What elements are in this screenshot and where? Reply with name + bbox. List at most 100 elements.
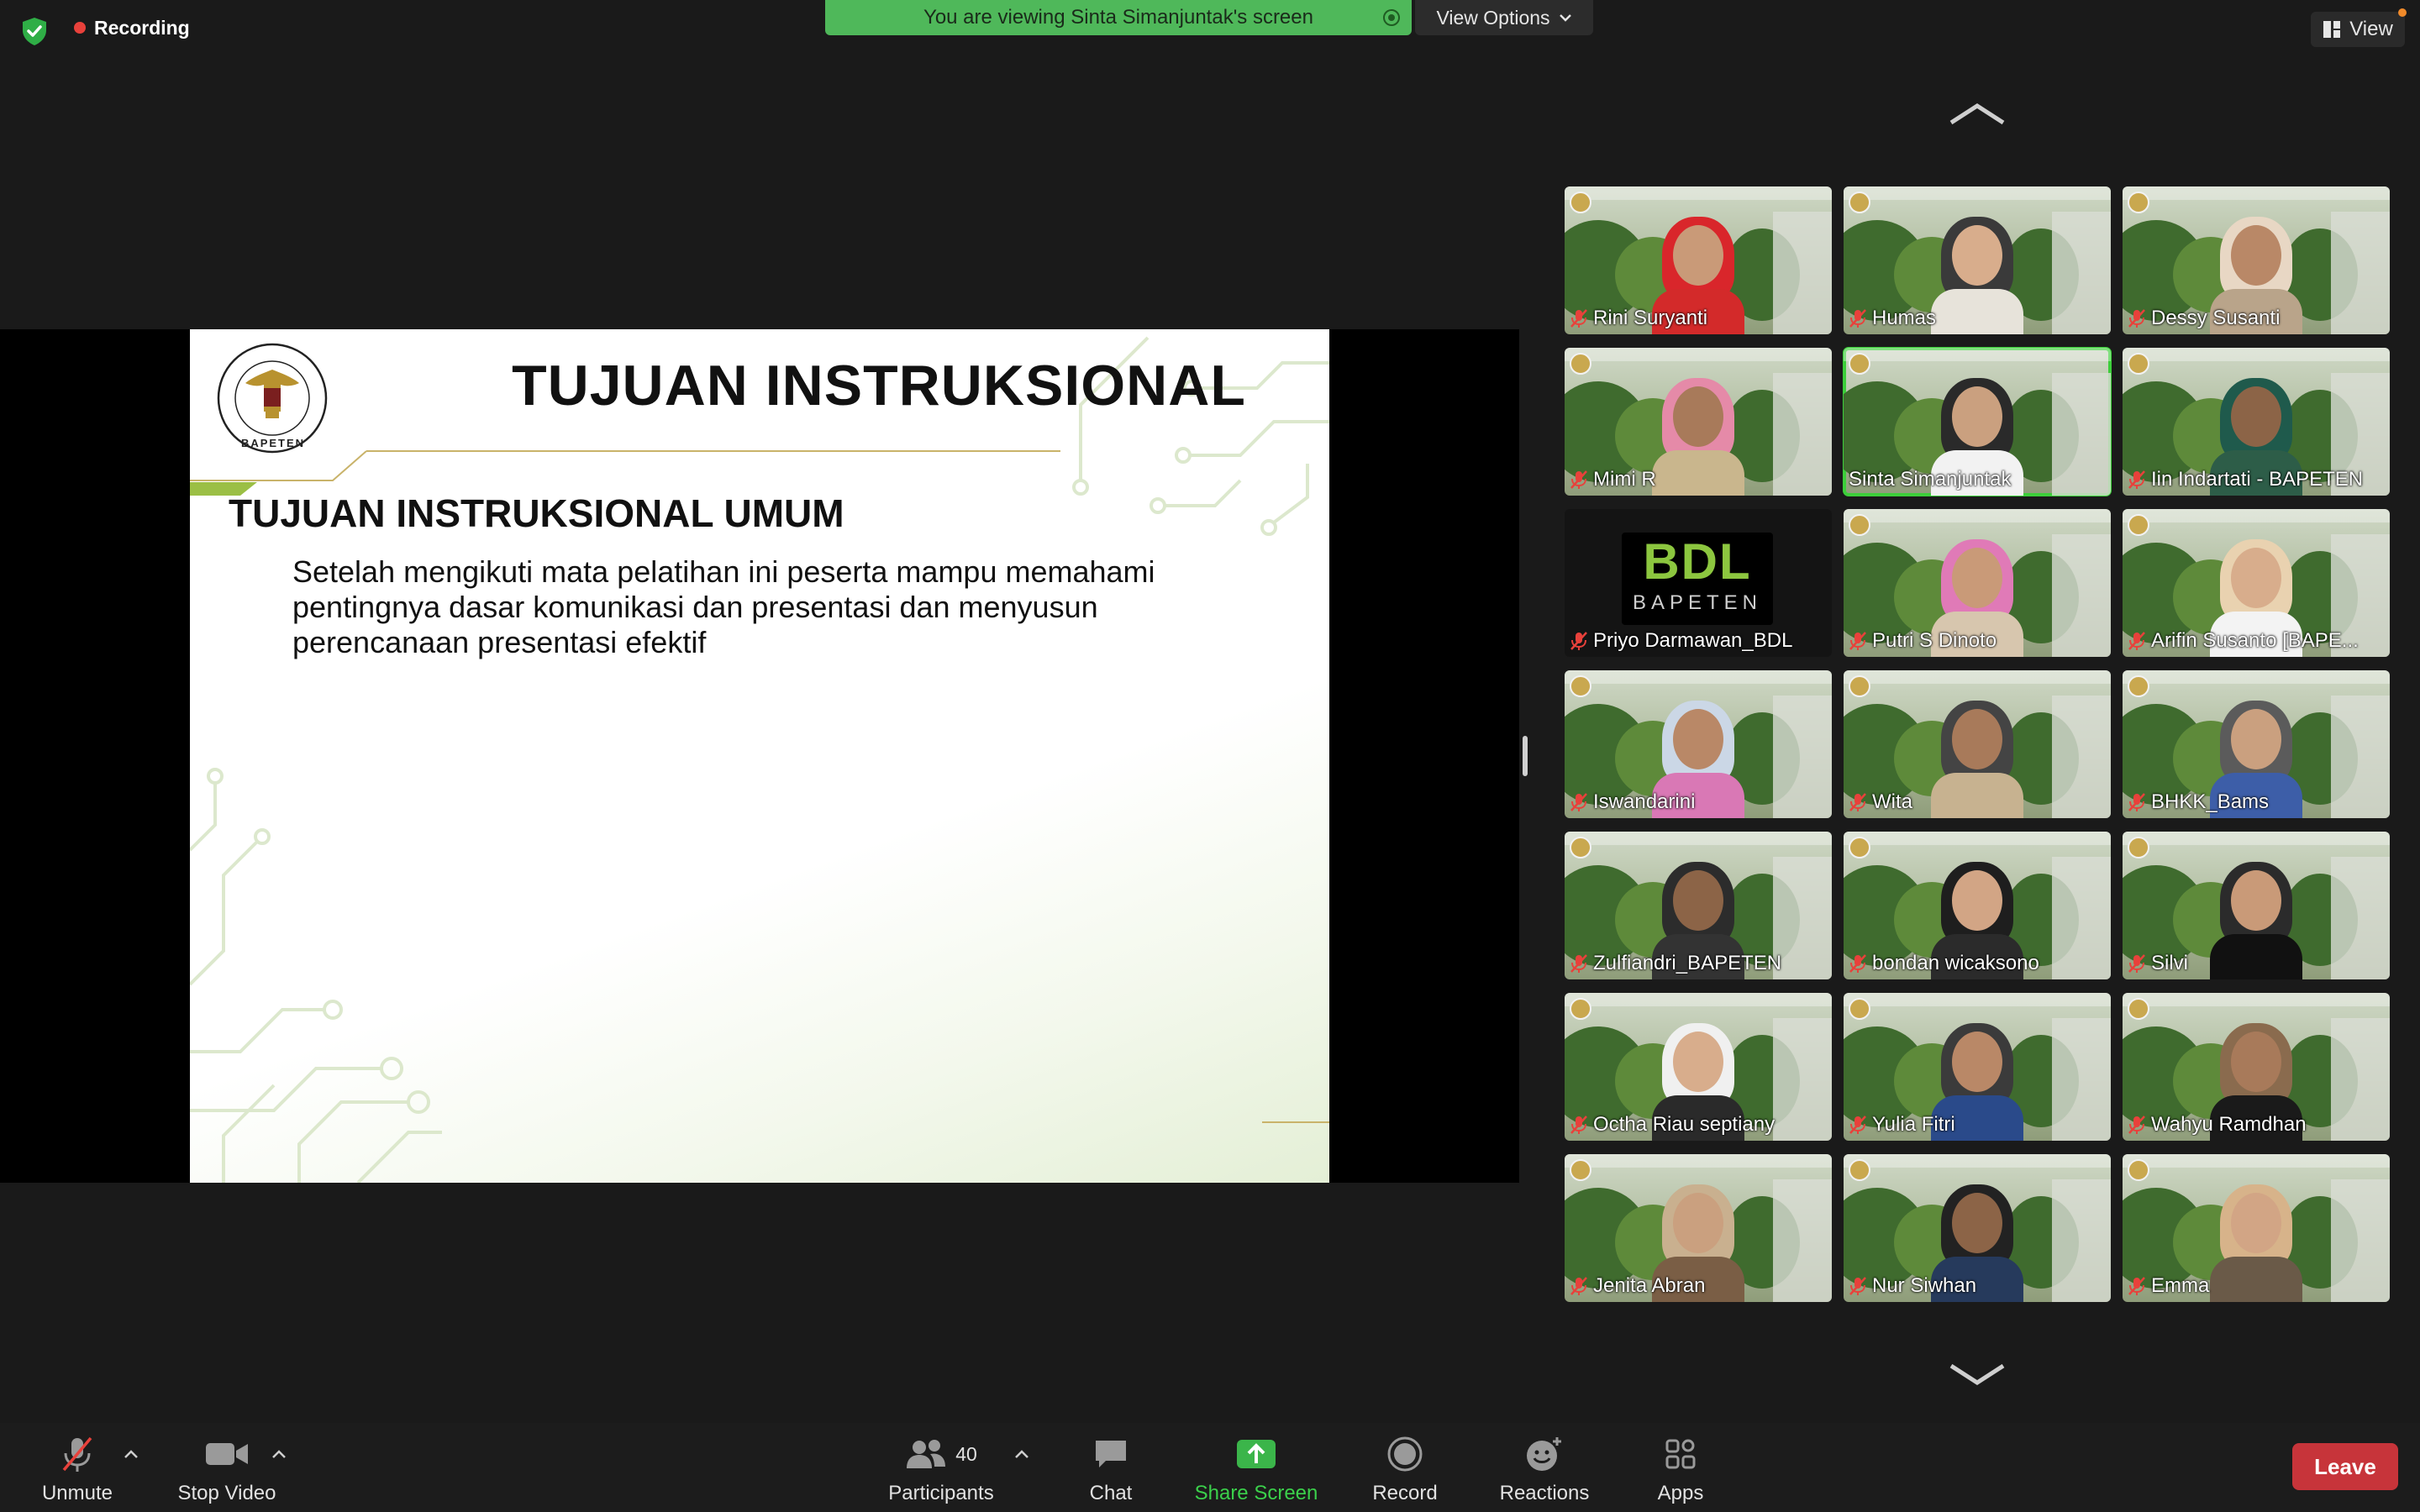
share-screen-button[interactable]: Share Screen bbox=[1186, 1423, 1326, 1512]
bdl-logo-letters: BDL bbox=[1643, 533, 1752, 590]
participant-tile[interactable]: BHKK_Bams bbox=[2123, 670, 2390, 818]
muted-microphone-icon bbox=[2128, 309, 2145, 328]
unmute-label: Unmute bbox=[41, 1482, 113, 1504]
participant-name: bondan wicaksono bbox=[1872, 953, 2039, 974]
leave-button[interactable]: Leave bbox=[2292, 1443, 2398, 1490]
participants-options-chevron-icon[interactable] bbox=[1013, 1448, 1030, 1460]
muted-microphone-icon bbox=[1570, 309, 1587, 328]
participant-tile[interactable]: bondan wicaksono bbox=[1844, 832, 2111, 979]
participant-tile[interactable]: Arifin Susanto [BAPE... bbox=[2123, 509, 2390, 657]
chat-button[interactable]: Chat bbox=[1077, 1423, 1144, 1512]
participant-name-label: BHKK_Bams bbox=[2128, 791, 2385, 813]
share-screen-label: Share Screen bbox=[1194, 1482, 1318, 1504]
video-options-chevron-icon[interactable] bbox=[271, 1448, 287, 1460]
viewing-screen-banner: You are viewing Sinta Simanjuntak's scre… bbox=[825, 0, 1412, 35]
unmute-button[interactable]: Unmute bbox=[34, 1423, 121, 1512]
participant-name: Jenita Abran bbox=[1593, 1275, 1706, 1297]
participant-tile[interactable]: Yulia Fitri bbox=[1844, 993, 2111, 1141]
recording-label: Recording bbox=[94, 16, 190, 39]
banner-text: You are viewing Sinta Simanjuntak's scre… bbox=[923, 6, 1313, 29]
reactions-button[interactable]: Reactions bbox=[1494, 1423, 1595, 1512]
participant-tile[interactable]: Jenita Abran bbox=[1565, 1154, 1832, 1302]
tile-virtual-background-banner bbox=[2123, 993, 2390, 1006]
muted-microphone-icon bbox=[1570, 470, 1587, 489]
participant-name-label: Jenita Abran bbox=[1570, 1275, 1827, 1297]
participant-tile[interactable]: Iswandarini bbox=[1565, 670, 1832, 818]
recording-indicator[interactable]: Recording bbox=[74, 15, 190, 40]
participant-name: Dessy Susanti bbox=[2151, 307, 2281, 329]
participant-name: Putri S Dinoto bbox=[1872, 630, 1997, 652]
apps-button[interactable]: Apps bbox=[1647, 1423, 1714, 1512]
participant-name: Iswandarini bbox=[1593, 791, 1696, 813]
participants-button[interactable]: 40 Participants bbox=[882, 1423, 1000, 1512]
participants-label: Participants bbox=[888, 1482, 994, 1504]
muted-microphone-icon bbox=[62, 1436, 92, 1472]
record-label: Record bbox=[1372, 1482, 1438, 1504]
participant-tile[interactable]: Wahyu Ramdhan bbox=[2123, 993, 2390, 1141]
view-button[interactable]: View bbox=[2311, 8, 2407, 47]
gallery-scroll-up-icon[interactable] bbox=[1948, 101, 2007, 126]
apps-grid-icon bbox=[1665, 1439, 1696, 1469]
stop-video-button[interactable]: Stop Video bbox=[168, 1423, 286, 1512]
participant-tile[interactable]: BDL BAPETEN Priyo Darmawan_BDL bbox=[1565, 509, 1832, 657]
apps-label: Apps bbox=[1657, 1482, 1704, 1504]
stop-video-label: Stop Video bbox=[177, 1482, 276, 1504]
participant-tile[interactable]: Emma bbox=[2123, 1154, 2390, 1302]
participant-name-label: Rini Suryanti bbox=[1570, 307, 1827, 329]
bapeten-badge-icon bbox=[1849, 514, 1870, 536]
bapeten-badge-icon bbox=[1849, 837, 1870, 858]
participant-tile[interactable]: Sinta Simanjuntak bbox=[1843, 347, 2112, 496]
tile-virtual-background-banner bbox=[1844, 348, 2111, 361]
participant-name-label: Dessy Susanti bbox=[2128, 307, 2385, 329]
slide-subtitle: TUJUAN INSTRUKSIONAL UMUM bbox=[229, 491, 844, 535]
record-button[interactable]: Record bbox=[1363, 1423, 1447, 1512]
audio-options-chevron-icon[interactable] bbox=[123, 1448, 139, 1460]
participant-name: Priyo Darmawan_BDL bbox=[1593, 630, 1793, 652]
panel-resize-handle[interactable] bbox=[1523, 736, 1528, 776]
participant-tile[interactable]: Zulfiandri_BAPETEN bbox=[1565, 832, 1832, 979]
bapeten-badge-icon bbox=[1849, 675, 1870, 697]
muted-microphone-icon bbox=[2128, 470, 2145, 489]
bdl-logo: BDL BAPETEN bbox=[1622, 533, 1773, 625]
tile-virtual-background-banner bbox=[2123, 670, 2390, 684]
participant-tile[interactable]: Dessy Susanti bbox=[2123, 186, 2390, 334]
gallery-scroll-down-icon[interactable] bbox=[1948, 1362, 2007, 1388]
tile-virtual-background-banner bbox=[1844, 832, 2111, 845]
slide-title: TUJUAN INSTRUKSIONAL bbox=[512, 354, 1246, 417]
muted-microphone-icon bbox=[2128, 793, 2145, 811]
bapeten-badge-icon bbox=[2128, 837, 2149, 858]
participant-name-label: Zulfiandri_BAPETEN bbox=[1570, 953, 1827, 974]
participant-name-label: Humas bbox=[1849, 307, 2106, 329]
muted-microphone-icon bbox=[1849, 1277, 1866, 1295]
participant-tile[interactable]: Mimi R bbox=[1565, 348, 1832, 496]
participant-name: Rini Suryanti bbox=[1593, 307, 1708, 329]
bapeten-badge-icon bbox=[2128, 675, 2149, 697]
chat-bubble-icon bbox=[1096, 1441, 1126, 1467]
participant-name-label: Iin Indartati - BAPETEN bbox=[2128, 469, 2385, 491]
participant-tile[interactable]: Octha Riau septiany bbox=[1565, 993, 1832, 1141]
muted-microphone-icon bbox=[1570, 632, 1587, 650]
reactions-label: Reactions bbox=[1499, 1482, 1590, 1504]
reactions-smiley-icon bbox=[1527, 1437, 1561, 1471]
participant-tile[interactable]: Wita bbox=[1844, 670, 2111, 818]
security-shield-icon[interactable] bbox=[18, 15, 50, 47]
notification-dot bbox=[2398, 8, 2407, 17]
participant-name: Humas bbox=[1872, 307, 1937, 329]
participant-name: Silvi bbox=[2151, 953, 2189, 974]
participant-tile[interactable]: Silvi bbox=[2123, 832, 2390, 979]
tile-virtual-background-banner bbox=[1565, 348, 1832, 361]
participant-tile[interactable]: Putri S Dinoto bbox=[1844, 509, 2111, 657]
participant-name-label: Arifin Susanto [BAPE... bbox=[2128, 630, 2385, 652]
participant-tile[interactable]: Nur Siwhan bbox=[1844, 1154, 2111, 1302]
participant-tile[interactable]: Iin Indartati - BAPETEN bbox=[2123, 348, 2390, 496]
participant-tile[interactable]: Rini Suryanti bbox=[1565, 186, 1832, 334]
tile-virtual-background-banner bbox=[1565, 832, 1832, 845]
recording-dot-icon bbox=[74, 22, 86, 34]
participant-name-label: Yulia Fitri bbox=[1849, 1114, 2106, 1136]
participant-tile[interactable]: Humas bbox=[1844, 186, 2111, 334]
view-options-button[interactable]: View Options bbox=[1415, 0, 1593, 35]
participant-name: Wahyu Ramdhan bbox=[2151, 1114, 2307, 1136]
participant-name-label: Wahyu Ramdhan bbox=[2128, 1114, 2385, 1136]
bapeten-badge-icon bbox=[2128, 514, 2149, 536]
bapeten-badge-icon bbox=[2128, 1159, 2149, 1181]
